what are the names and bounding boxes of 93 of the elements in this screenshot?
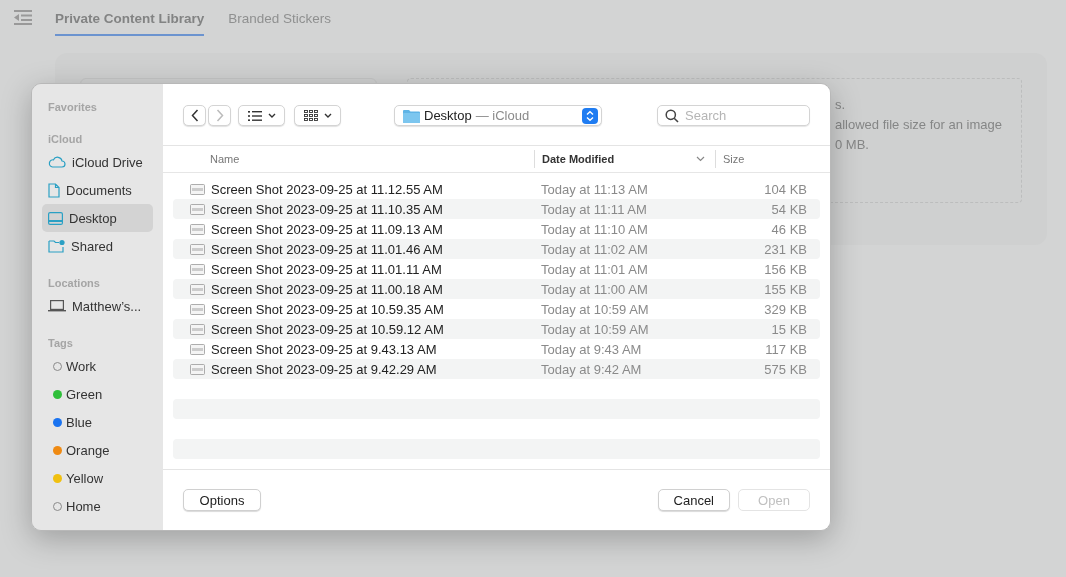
sidebar-item[interactable]: Green: [42, 380, 153, 408]
dialog-button[interactable]: Cancel: [657, 489, 730, 511]
caret-icon: [323, 113, 332, 118]
sidebar-item[interactable]: Orange: [42, 436, 153, 464]
image-file-icon: [190, 223, 205, 235]
list-icon: [247, 110, 262, 121]
file-row[interactable]: Screen Shot 2023-09-25 at 11.01.11 AM Today at 11:01 AM 156 KB: [173, 259, 820, 279]
size-cell-text: 575 KB: [763, 361, 807, 377]
sidebar-heading: Favorites: [48, 101, 98, 115]
image-file-icon: [190, 263, 205, 275]
size-cell-text: 104 KB: [763, 181, 807, 197]
caret-icon: [267, 113, 276, 118]
dialog-button[interactable]: Options: [183, 489, 261, 511]
back-button[interactable]: [183, 105, 206, 126]
file-name: Screen Shot 2023-09-25 at 11.00.18 AM: [211, 281, 443, 297]
sidebar-item[interactable]: Work: [42, 352, 153, 380]
grid-view-button[interactable]: [294, 105, 341, 126]
date-cell-text: Today at 9:43 AM: [540, 341, 643, 357]
file-row[interactable]: Screen Shot 2023-09-25 at 10.59.35 AM Today at 10:59 AM 329 KB: [173, 299, 820, 319]
file-row[interactable]: Screen Shot 2023-09-25 at 11.12.55 AM Today at 11:13 AM 104 KB: [173, 179, 820, 199]
document-icon: [48, 182, 60, 198]
date-cell-text: Today at 10:59 AM: [540, 301, 650, 317]
file-name: Screen Shot 2023-09-25 at 11.12.55 AM: [211, 181, 443, 197]
file-name: Screen Shot 2023-09-25 at 9.43.13 AM: [211, 341, 437, 357]
file-name: Screen Shot 2023-09-25 at 11.09.13 AM: [211, 221, 443, 237]
upload-hint: 0 MB.: [835, 137, 870, 153]
date-cell-text: Today at 11:11 AM: [540, 201, 648, 217]
sidebar-heading: Locations: [48, 277, 101, 291]
size-cell-text: 155 KB: [763, 281, 807, 297]
image-file-icon: [190, 343, 205, 355]
column-header[interactable]: Name: [210, 153, 240, 165]
sidebar-item[interactable]: Shared: [42, 232, 153, 260]
sidebar-item[interactable]: iCloud Drive: [42, 148, 153, 176]
date-cell-text: Today at 11:02 AM: [540, 241, 649, 257]
file-row[interactable]: Screen Shot 2023-09-25 at 11.10.35 AM Today at 11:11 AM 54 KB: [173, 199, 820, 219]
sort-chevron-icon: [696, 156, 705, 162]
size-cell-text: 54 KB: [770, 201, 807, 217]
sidebar-item[interactable]: Desktop: [42, 204, 153, 232]
image-file-icon: [190, 323, 205, 335]
chevron-left-icon: [190, 109, 199, 122]
date-cell-text: Today at 9:42 AM: [540, 361, 643, 377]
date-cell-text: Today at 11:01 AM: [540, 261, 649, 277]
file-row[interactable]: Screen Shot 2023-09-25 at 9.42.29 AM Today at 9:42 AM 575 KB: [173, 359, 820, 379]
file-name: Screen Shot 2023-09-25 at 9.42.29 AM: [211, 361, 437, 377]
date-cell-text: Today at 11:10 AM: [540, 221, 649, 237]
sidebar-heading: iCloud: [48, 133, 84, 147]
sidebar-item[interactable]: Yellow: [42, 464, 153, 492]
file-name: Screen Shot 2023-09-25 at 10.59.35 AM: [211, 301, 444, 317]
image-file-icon: [190, 243, 205, 255]
sidebar-item[interactable]: Documents: [42, 176, 153, 204]
size-cell-text: 231 KB: [763, 241, 807, 257]
upload-hint: allowed file size for an image: [835, 117, 1003, 133]
sidebar-heading: Tags: [48, 337, 74, 351]
size-cell-text: 329 KB: [763, 301, 807, 317]
stepper-icon: [582, 107, 598, 124]
cloud-icon: [48, 156, 66, 168]
search-field[interactable]: Search: [657, 105, 810, 126]
laptop-icon: [48, 300, 66, 312]
file-row[interactable]: Screen Shot 2023-09-25 at 11.00.18 AM Today at 11:00 AM 155 KB: [173, 279, 820, 299]
size-cell-text: 46 KB: [770, 221, 807, 237]
list-view-button[interactable]: [238, 105, 285, 126]
image-file-icon: [190, 283, 205, 295]
date-cell-text: Today at 10:59 AM: [540, 321, 650, 337]
upload-hint: s.: [835, 97, 847, 113]
location-popup[interactable]: Desktop — iCloud: [394, 105, 602, 126]
sidebar-item[interactable]: Blue: [42, 408, 153, 436]
image-file-icon: [190, 183, 205, 195]
folder-icon: [403, 108, 420, 123]
image-file-icon: [190, 363, 205, 375]
file-row[interactable]: Screen Shot 2023-09-25 at 11.01.46 AM Today at 11:02 AM 231 KB: [173, 239, 820, 259]
chevron-right-icon: [215, 109, 224, 122]
column-header[interactable]: Size: [723, 153, 745, 165]
image-file-icon: [190, 203, 205, 215]
file-row[interactable]: Screen Shot 2023-09-25 at 9.43.13 AM Today at 9:43 AM 117 KB: [173, 339, 820, 359]
desktop-icon: [48, 211, 63, 225]
file-name: Screen Shot 2023-09-25 at 11.10.35 AM: [211, 201, 443, 217]
file-row[interactable]: Screen Shot 2023-09-25 at 11.09.13 AM Today at 11:10 AM 46 KB: [173, 219, 820, 239]
shared-folder-icon: [48, 239, 65, 253]
search-icon: [665, 109, 679, 123]
size-cell-text: 15 KB: [770, 321, 807, 337]
size-cell-text: 156 KB: [763, 261, 807, 277]
file-name: Screen Shot 2023-09-25 at 11.01.46 AM: [211, 241, 443, 257]
size-cell-text: 117 KB: [764, 341, 807, 357]
sidebar-item[interactable]: Home: [42, 492, 153, 520]
image-file-icon: [190, 303, 205, 315]
grid-icon: [303, 110, 318, 121]
file-name: Screen Shot 2023-09-25 at 11.01.11 AM: [211, 261, 442, 277]
sidebar-item[interactable]: Matthew’s...: [42, 292, 153, 320]
file-row[interactable]: Screen Shot 2023-09-25 at 10.59.12 AM Today at 10:59 AM 15 KB: [173, 319, 820, 339]
file-name: Screen Shot 2023-09-25 at 10.59.12 AM: [211, 321, 444, 337]
date-cell-text: Today at 11:00 AM: [540, 281, 649, 297]
date-cell-text: Today at 11:13 AM: [540, 181, 649, 197]
column-header[interactable]: Date Modified: [542, 153, 615, 165]
